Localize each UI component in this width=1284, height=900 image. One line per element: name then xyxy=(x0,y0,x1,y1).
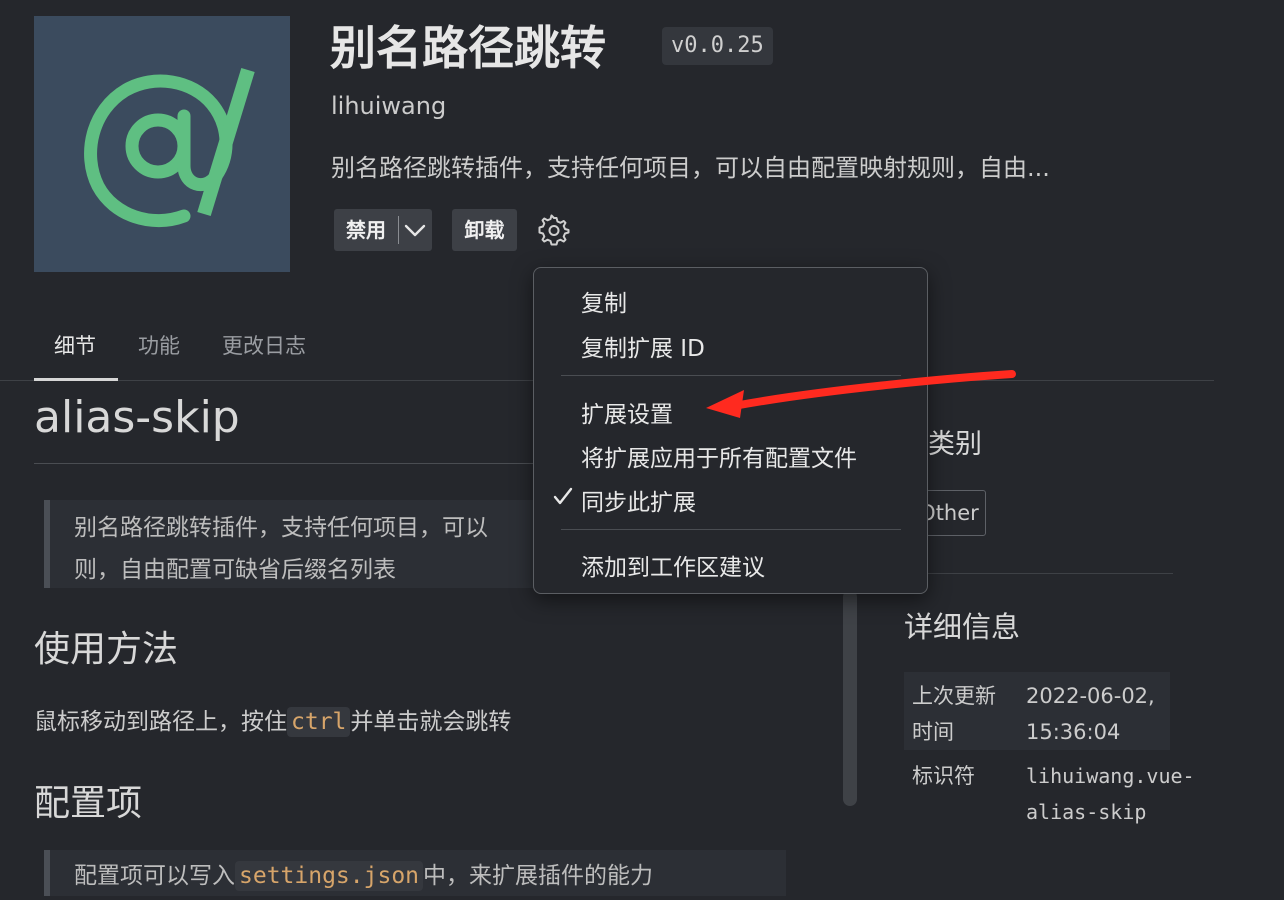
usage-text-after: 并单击就会跳转 xyxy=(350,709,512,735)
divider xyxy=(903,573,1173,574)
categories-heading: 类别 xyxy=(928,429,982,460)
disable-button[interactable]: 禁用 xyxy=(334,209,432,251)
divider xyxy=(398,216,399,244)
context-menu: 复制 复制扩展 ID 扩展设置 将扩展应用于所有配置文件 同步此扩展 添加到工作… xyxy=(533,267,928,594)
chevron-down-icon[interactable] xyxy=(402,219,428,241)
menu-item-extension-settings[interactable]: 扩展设置 xyxy=(581,395,673,429)
identifier-label: 标识符 xyxy=(912,764,975,788)
config-text-before: 配置项可以写入 xyxy=(74,863,235,889)
description-blockquote: 别名路径跳转插件，支持任何项目，可以 则，自由配置可缺省后缀名列表 xyxy=(44,500,550,588)
usage-heading: 使用方法 xyxy=(34,629,179,670)
readme-title: alias-skip xyxy=(34,392,240,443)
inline-code: ctrl xyxy=(287,707,351,737)
extension-title: 别名路径跳转 xyxy=(330,21,606,75)
value-line: 2022-06-02, xyxy=(1026,684,1155,708)
annotation-arrow xyxy=(706,370,1016,418)
disable-button-label: 禁用 xyxy=(346,218,386,242)
details-heading: 详细信息 xyxy=(904,610,1021,644)
label-line: 时间 xyxy=(912,720,954,744)
extension-logo xyxy=(34,16,290,272)
version-badge: v0.0.25 xyxy=(662,27,773,65)
last-updated-label: 上次更新 时间 xyxy=(912,678,996,750)
menu-item-add-to-workspace-recommendations[interactable]: 添加到工作区建议 xyxy=(581,548,765,582)
config-blockquote: 配置项可以写入 settings.json 中，来扩展插件的能力 xyxy=(44,850,786,896)
menu-separator xyxy=(561,529,901,530)
menu-item-copy[interactable]: 复制 xyxy=(581,284,627,318)
checkmark-icon xyxy=(552,485,574,507)
tab-features[interactable]: 功能 xyxy=(138,330,180,360)
tab-changelog[interactable]: 更改日志 xyxy=(222,330,306,360)
active-tab-indicator xyxy=(34,378,118,381)
value-line: alias-skip xyxy=(1026,800,1147,824)
publisher-link[interactable]: lihuiwang xyxy=(331,92,446,120)
value-line: lihuiwang.vue- xyxy=(1026,764,1195,788)
value-line: 15:36:04 xyxy=(1026,720,1121,744)
config-heading: 配置项 xyxy=(34,783,143,824)
inline-code: settings.json xyxy=(235,861,424,891)
menu-item-sync-extension[interactable]: 同步此扩展 xyxy=(581,483,696,517)
blockquote-line: 别名路径跳转插件，支持任何项目，可以 xyxy=(74,515,488,541)
label-line: 上次更新 xyxy=(912,684,996,708)
usage-text-before: 鼠标移动到路径上，按住 xyxy=(34,709,287,735)
last-updated-value: 2022-06-02, 15:36:04 xyxy=(1026,678,1155,750)
config-text-after: 中，来扩展插件的能力 xyxy=(423,863,654,889)
menu-item-apply-to-all-profiles[interactable]: 将扩展应用于所有配置文件 xyxy=(581,439,857,473)
usage-paragraph: 鼠标移动到路径上，按住 ctrl 并单击就会跳转 xyxy=(34,702,512,737)
identifier-value: lihuiwang.vue- alias-skip xyxy=(1026,758,1195,830)
tab-details[interactable]: 细节 xyxy=(54,330,96,360)
scrollbar-thumb[interactable] xyxy=(843,590,857,806)
blockquote-line: 则，自由配置可缺省后缀名列表 xyxy=(74,557,396,583)
at-slash-icon xyxy=(84,67,255,228)
uninstall-button[interactable]: 卸载 xyxy=(452,209,517,251)
gear-icon[interactable] xyxy=(534,210,574,250)
blockquote-line: 配置项可以写入 settings.json 中，来扩展插件的能力 xyxy=(74,856,654,891)
menu-item-copy-extension-id[interactable]: 复制扩展 ID xyxy=(581,329,705,363)
extension-description: 别名路径跳转插件，支持任何项目，可以自由配置映射规则，自由... xyxy=(331,154,1050,182)
